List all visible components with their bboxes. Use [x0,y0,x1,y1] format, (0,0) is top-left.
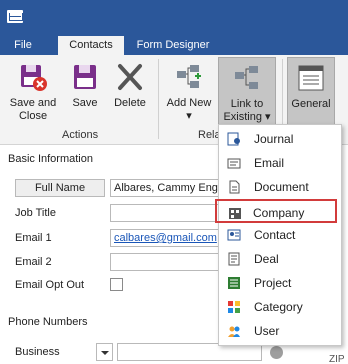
full-name-field[interactable]: Albares, Cammy Eng [110,179,220,197]
ribbon-tab-bar: File Contacts Form Designer [0,33,348,55]
menu-item-label: Deal [254,252,279,266]
app-icon [7,10,23,23]
email1-field[interactable]: calbares@gmail.com [110,229,220,247]
email-opt-out-checkbox[interactable] [110,278,123,291]
add-new-icon [177,65,201,88]
full-name-button[interactable]: Full Name [15,179,105,197]
delete-icon [118,64,142,90]
save-close-icon [21,65,47,91]
menu-item-document[interactable]: Document [220,175,340,199]
email-opt-out-label: Email Opt Out [15,279,85,291]
zip-label: ZIP [329,354,345,364]
tab-form-designer[interactable]: Form Designer [130,36,216,55]
phone-numbers-heading: Phone Numbers [8,316,88,328]
email1-link[interactable]: calbares@gmail.com [114,232,217,244]
general-button[interactable]: General [287,57,335,125]
menu-item-project[interactable]: Project [220,271,340,295]
phone-type-dropdown[interactable] [96,343,113,361]
save-and-close-label: Save and Close [9,97,57,122]
delete-button[interactable]: Delete [108,57,152,125]
general-form-icon [298,65,324,91]
email1-label: Email 1 [15,232,52,244]
menu-item-deal[interactable]: Deal [220,247,340,271]
email-icon [227,158,241,169]
tab-contacts[interactable]: Contacts [58,36,124,55]
save-label: Save [72,97,98,109]
contact-icon [227,229,241,241]
category-icon [228,301,240,313]
link-to-existing-button[interactable]: Link to Existing ▾ [218,57,276,125]
job-title-label: Job Title [15,207,56,219]
menu-item-label: User [254,324,280,338]
document-icon [229,180,240,194]
tab-file[interactable]: File [6,36,40,55]
menu-item-label: Document [254,180,309,194]
journal-icon [227,132,240,146]
delete-label: Delete [114,97,146,109]
menu-item-label: Category [254,300,303,314]
menu-item-label: Project [254,276,292,290]
menu-item-label: Journal [254,132,294,146]
business-phone-label: Business [15,346,60,358]
menu-item-user[interactable]: User [220,319,340,343]
actions-group-label: Actions [62,129,99,141]
user-icon [228,326,240,337]
menu-item-company[interactable]: Company [215,199,337,223]
add-new-text: Add New [166,97,212,109]
add-new-button[interactable]: Add New ▾ [162,57,216,125]
ribbon-separator [158,59,159,139]
link-existing-icon [235,66,258,89]
deal-icon [228,252,240,266]
clock-icon [270,346,283,359]
basic-information-heading: Basic Information [8,153,93,165]
link-to-existing-label: Link to Existing ▾ [219,98,275,124]
menu-item-contact[interactable]: Contact [220,223,340,247]
link-to-existing-menu: Journal Email Document Company Contact D… [215,124,342,346]
company-icon [229,208,241,219]
add-new-label: Add New ▾ [162,97,216,123]
menu-item-journal[interactable]: Journal [220,127,340,151]
menu-item-category[interactable]: Category [220,295,340,319]
chevron-down-icon: ▾ [186,110,192,122]
save-icon [74,65,96,89]
menu-item-label: Contact [254,228,296,242]
menu-item-email[interactable]: Email [220,151,340,175]
project-icon [228,277,240,289]
link-to-existing-text: Link to Existing [223,98,264,123]
save-button[interactable]: Save [66,57,104,125]
menu-item-label: Email [254,156,285,170]
email2-label: Email 2 [15,256,52,268]
general-label: General [291,98,331,110]
job-title-field[interactable] [110,204,220,222]
chevron-down-icon: ▾ [265,111,271,123]
menu-item-label: Company [253,206,305,220]
save-and-close-button[interactable]: Save and Close [4,57,62,125]
email2-field[interactable] [110,253,220,271]
title-bar [0,0,348,33]
